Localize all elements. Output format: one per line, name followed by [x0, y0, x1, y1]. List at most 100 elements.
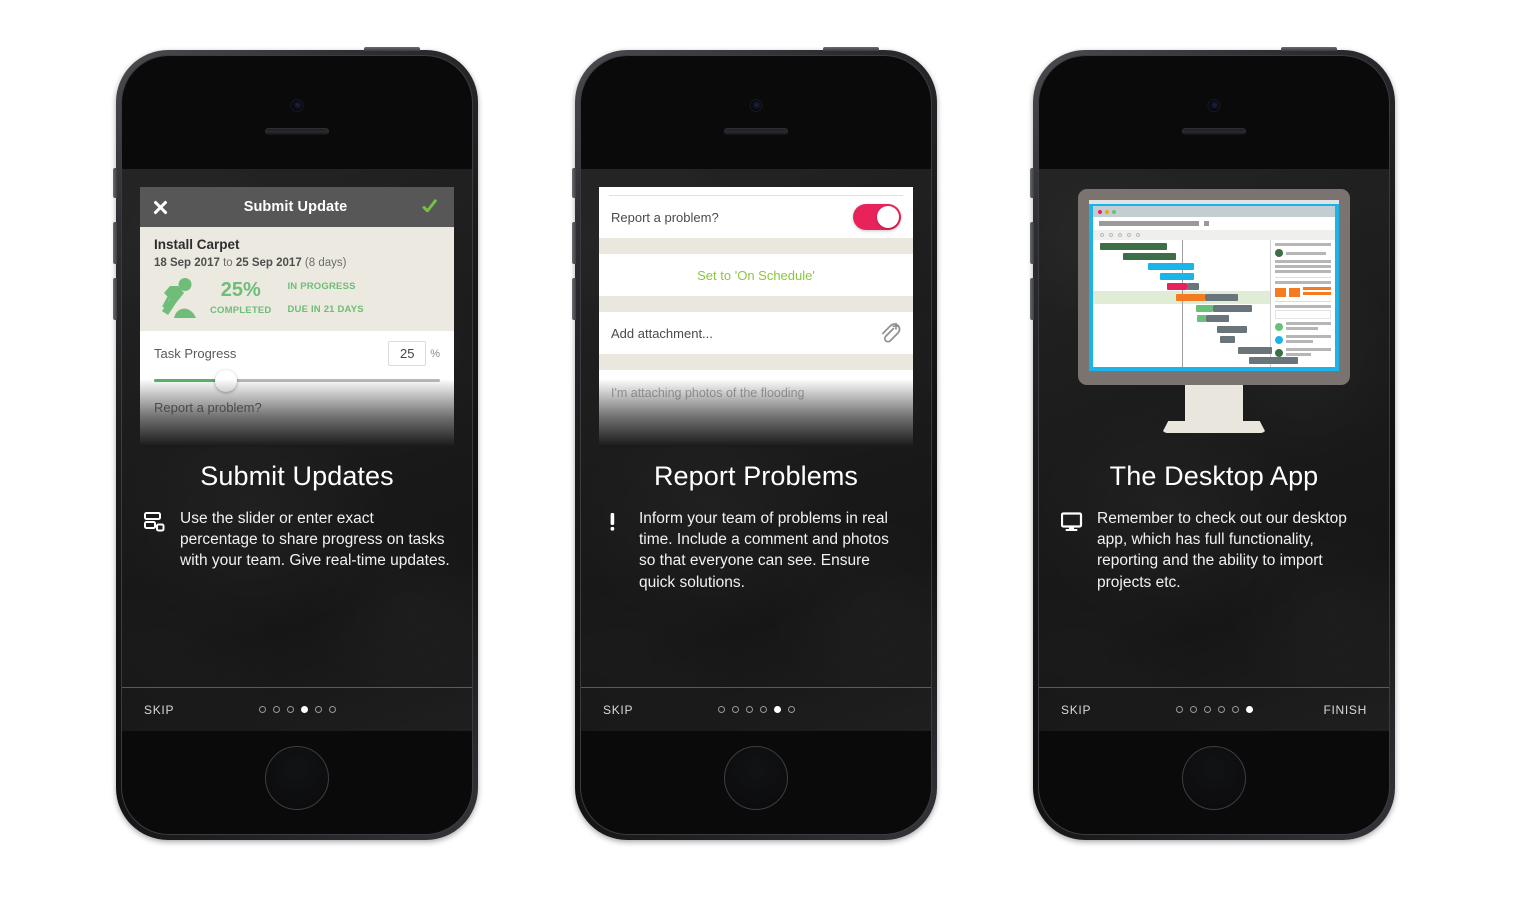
power-button[interactable] [1281, 47, 1337, 51]
monitor-icon [1060, 508, 1083, 593]
check-icon[interactable] [422, 199, 442, 215]
volume-down-button[interactable] [1030, 278, 1034, 320]
monitor-top-strip [1089, 200, 1339, 204]
panel-swatch [1275, 287, 1286, 297]
panel-block-3 [1275, 305, 1331, 358]
page-dot-active[interactable] [300, 706, 308, 713]
volume-up-button[interactable] [1030, 222, 1034, 264]
tab-dot [1109, 233, 1113, 237]
window-body [1093, 240, 1335, 367]
earpiece-speaker [724, 128, 788, 135]
task-name: Install Carpet [154, 237, 240, 252]
silent-switch[interactable] [1030, 168, 1034, 198]
paperclip-icon[interactable] [879, 321, 901, 345]
feature-row-2: Inform your team of problems in real tim… [581, 492, 931, 593]
feature-description: Remember to check out our desktop app, w… [1097, 510, 1347, 591]
gantt-bar [1195, 305, 1214, 312]
exclamation-icon [603, 508, 625, 593]
page-dot[interactable] [1175, 706, 1183, 713]
gantt-bar [1206, 315, 1230, 322]
page-dot[interactable] [1189, 706, 1197, 713]
power-button[interactable] [364, 47, 420, 51]
home-button[interactable] [1182, 746, 1246, 810]
media-area-1: Submit Update Install Carpet 18 Sep 2017… [122, 169, 472, 447]
panel-line [1286, 322, 1331, 325]
page-dot[interactable] [258, 706, 266, 713]
row-separator [599, 238, 913, 254]
toolbar-field [1099, 221, 1199, 226]
report-problem-toggle[interactable] [853, 204, 901, 230]
panel-status-dot [1275, 336, 1283, 344]
panel-divider [1275, 301, 1331, 302]
phone-body-3: The Desktop App Remember to check out ou… [1038, 55, 1390, 835]
skip-button[interactable]: SKIP [603, 703, 633, 717]
set-on-schedule-link[interactable]: Set to 'On Schedule' [697, 268, 815, 283]
window-zoom-dot [1112, 209, 1116, 214]
finish-button[interactable]: FINISH [1323, 703, 1367, 717]
toolbar-button [1204, 221, 1209, 226]
panel-line [1286, 335, 1331, 338]
toggle-knob [877, 206, 899, 228]
gantt-bar [1248, 357, 1299, 364]
page-dot-active[interactable] [773, 706, 781, 713]
skip-button[interactable]: SKIP [144, 703, 174, 717]
feature-description: Use the slider or enter exact percentage… [180, 510, 450, 570]
silent-switch[interactable] [572, 168, 576, 198]
volume-down-button[interactable] [572, 278, 576, 320]
app-window [1093, 206, 1335, 367]
onboarding-footer-2: SKIP [581, 687, 931, 731]
close-icon[interactable] [152, 199, 169, 216]
panel-status-dot [1275, 323, 1283, 331]
page-dot[interactable] [717, 706, 725, 713]
panel-item [1275, 322, 1331, 332]
page-dot[interactable] [328, 706, 336, 713]
panel-rule [1303, 292, 1331, 295]
page-dot[interactable] [759, 706, 767, 713]
task-date-joiner: to [223, 257, 233, 269]
page-dot[interactable] [286, 706, 294, 713]
home-button[interactable] [265, 746, 329, 810]
gantt-bar [1167, 283, 1187, 290]
panel-divider [1275, 277, 1331, 278]
card-fade-mask [599, 379, 913, 447]
gantt-bar [1100, 243, 1168, 250]
percent-input-group[interactable]: 25 % [388, 341, 440, 366]
percent-column: 25% COMPLETED [210, 280, 271, 316]
page-dot[interactable] [1231, 706, 1239, 713]
skip-button[interactable]: SKIP [1061, 703, 1091, 717]
volume-down-button[interactable] [113, 278, 117, 320]
monitor-base [1162, 421, 1266, 433]
feature-row-3: Remember to check out our desktop app, w… [1039, 492, 1389, 593]
silent-switch[interactable] [113, 168, 117, 198]
add-attachment-row[interactable]: Add attachment... [599, 312, 913, 354]
report-problem-row[interactable]: Report a problem? [599, 196, 913, 238]
page-title: Submit Updates [200, 461, 394, 491]
panel-line [1275, 281, 1331, 284]
page-dot[interactable] [1217, 706, 1225, 713]
page-dot[interactable] [787, 706, 795, 713]
feature-row-1: Use the slider or enter exact percentage… [122, 492, 472, 572]
page-dot-active[interactable] [1245, 706, 1253, 713]
volume-up-button[interactable] [572, 222, 576, 264]
percent-input[interactable]: 25 [388, 341, 427, 366]
percent-unit: % [430, 347, 440, 360]
construction-worker-icon [162, 278, 196, 318]
panel-line [1275, 265, 1331, 268]
home-button[interactable] [724, 746, 788, 810]
due-badge: DUE IN 21 DAYS [287, 304, 364, 315]
page-dot[interactable] [1203, 706, 1211, 713]
task-stats-row: 25% COMPLETED IN PROGRESS DUE IN 21 DAYS [154, 277, 440, 319]
window-minimize-dot [1105, 209, 1109, 214]
page-dot[interactable] [745, 706, 753, 713]
task-progress-label: Task Progress [154, 346, 237, 361]
screen-submit-updates: Submit Update Install Carpet 18 Sep 2017… [122, 169, 472, 731]
page-dot[interactable] [731, 706, 739, 713]
set-on-schedule-row[interactable]: Set to 'On Schedule' [599, 254, 913, 296]
power-button[interactable] [823, 47, 879, 51]
volume-up-button[interactable] [113, 222, 117, 264]
page-dot[interactable] [314, 706, 322, 713]
page-dot[interactable] [272, 706, 280, 713]
gantt-bar [1213, 305, 1253, 312]
media-area-3 [1039, 169, 1389, 447]
panel-rules [1303, 287, 1331, 297]
